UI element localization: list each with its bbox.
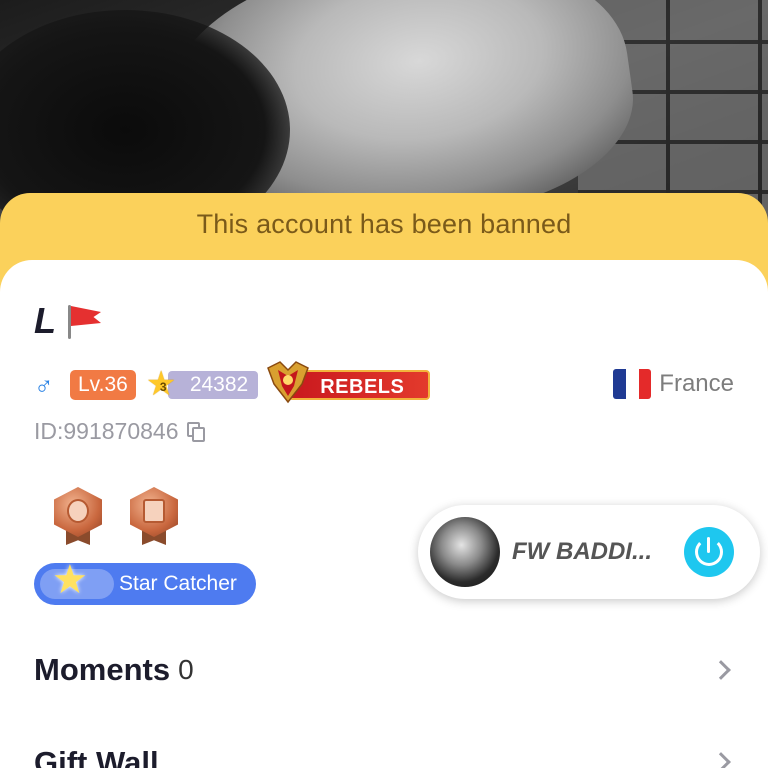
chevron-right-icon — [711, 660, 731, 680]
country: France — [613, 369, 734, 399]
country-name: France — [659, 370, 734, 397]
star-level-badge[interactable]: ★ 3 24382 — [146, 365, 259, 403]
france-flag-icon — [613, 369, 652, 399]
username: L — [34, 300, 56, 341]
red-flag-icon — [62, 301, 102, 341]
room-avatar — [430, 517, 500, 587]
badges-row: ♂ Lv.36 ★ 3 24382 REBELS — [34, 361, 431, 404]
star-rank: 3 — [159, 380, 167, 394]
enter-room-button[interactable] — [684, 527, 734, 577]
gift-wall-row[interactable]: Gift Wall — [34, 745, 734, 768]
username-row: L — [34, 300, 102, 342]
moments-count: 0 — [178, 654, 194, 685]
user-id-row: ID:991870846 — [34, 418, 205, 445]
chevron-right-icon — [711, 752, 731, 768]
family-emblem-icon — [267, 361, 310, 404]
moments-row[interactable]: Moments 0 — [34, 652, 734, 688]
medal-gift-icon[interactable] — [128, 485, 180, 545]
star-catcher-badge[interactable]: ★ Star Catcher — [34, 558, 256, 605]
star-points: 24382 — [167, 371, 259, 399]
gift-wall-title: Gift Wall — [34, 745, 159, 768]
star-catcher-label: Star Catcher — [119, 572, 237, 595]
moments-title: Moments — [34, 652, 171, 687]
room-name: FW BADDI... — [512, 538, 652, 565]
level-badge[interactable]: Lv.36 — [70, 370, 136, 400]
user-id: ID:991870846 — [34, 418, 179, 444]
medal-microphone-icon[interactable] — [52, 485, 104, 545]
live-room-card[interactable]: FW BADDI... — [418, 505, 760, 599]
male-icon: ♂ — [34, 369, 54, 400]
banned-banner-text: This account has been banned — [196, 209, 572, 239]
star-icon: ★ — [52, 558, 88, 602]
copy-icon[interactable] — [186, 421, 205, 442]
family-badge[interactable]: REBELS — [267, 361, 431, 404]
